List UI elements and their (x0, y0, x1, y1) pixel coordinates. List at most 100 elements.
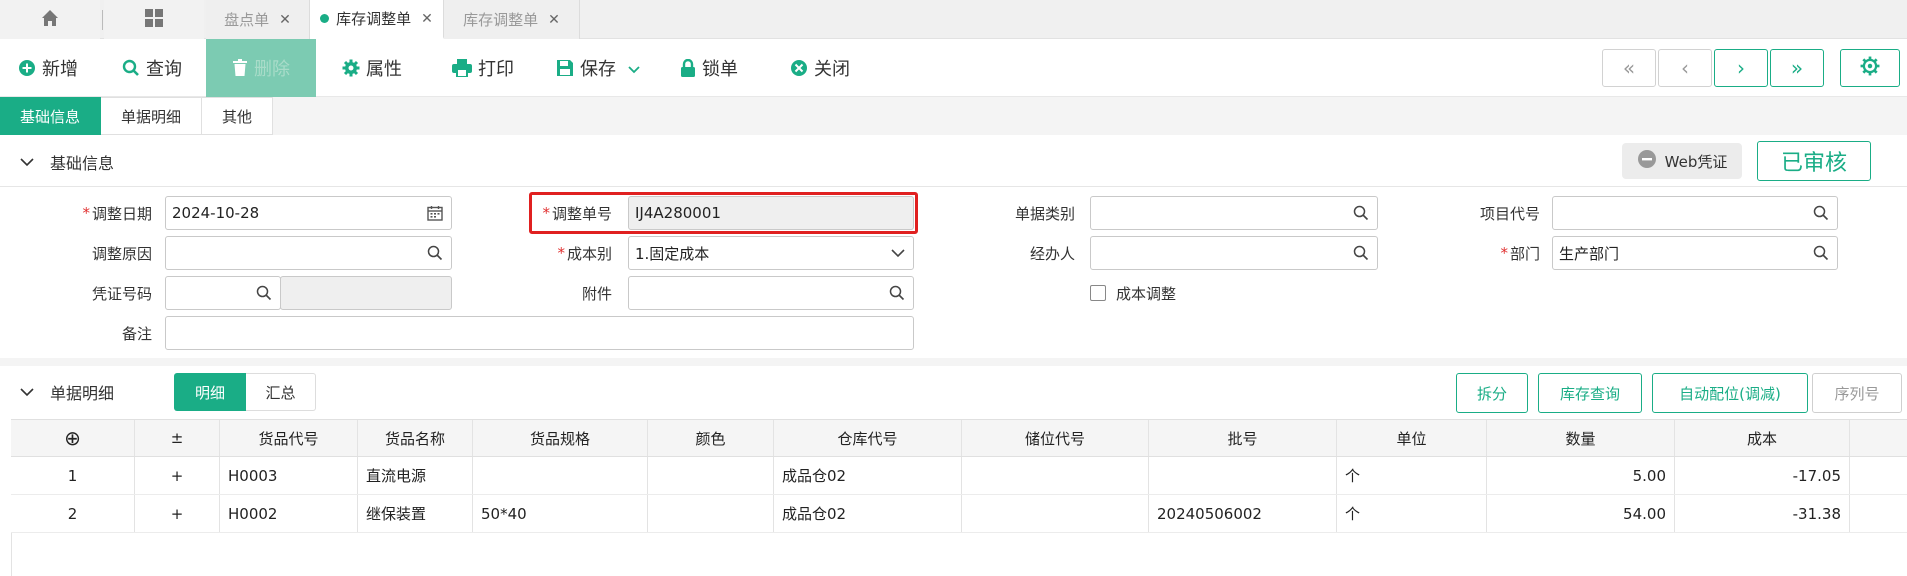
adjust-reason-field[interactable] (165, 236, 452, 270)
search-icon (122, 59, 140, 77)
trash-icon (232, 59, 248, 77)
search-icon[interactable] (1813, 205, 1829, 221)
department-field[interactable]: 生产部门 (1552, 236, 1838, 270)
search-icon[interactable] (427, 245, 443, 261)
properties-button[interactable]: 属性 (342, 39, 402, 97)
expand-toggle[interactable]: + (135, 495, 220, 532)
search-icon[interactable] (1353, 205, 1369, 221)
section-title: 基础信息 (50, 154, 115, 173)
attachment-label: 附件 (581, 284, 612, 303)
department-label: * 部门 (1500, 244, 1540, 263)
tab-basic-info[interactable]: 基础信息 (0, 97, 102, 135)
auto-allocate-button[interactable]: 自动配位(调减) (1652, 373, 1808, 413)
tab-stock-adjust-active[interactable]: 库存调整单 ✕ (310, 0, 444, 39)
plus-circle-icon: ⊕ (64, 426, 81, 450)
home-tab[interactable] (0, 0, 100, 39)
last-record-button[interactable]: » (1770, 49, 1824, 87)
save-button[interactable]: 保存 (556, 39, 640, 97)
highlight-box (529, 192, 918, 234)
minus-circle-icon (1637, 149, 1657, 173)
floppy-icon (556, 59, 574, 77)
tab-stocktake[interactable]: 盘点单 ✕ (206, 0, 310, 39)
web-voucher-button[interactable]: Web凭证 (1622, 143, 1742, 179)
close-circle-icon (790, 59, 808, 77)
grid-icon (144, 8, 164, 32)
lock-icon (680, 59, 696, 77)
split-button[interactable]: 拆分 (1456, 373, 1528, 413)
add-row-button[interactable]: ⊕ (11, 420, 135, 456)
search-icon[interactable] (1353, 245, 1369, 261)
column-header: 货品规格 (473, 420, 648, 456)
serial-number-button[interactable]: 序列号 (1812, 373, 1902, 413)
table-row[interactable]: 2 + H0002 继保装置 50*40 成品仓02 20240506002 个… (11, 495, 1907, 533)
settings-button[interactable] (1840, 49, 1900, 87)
add-button[interactable]: 新增 (18, 39, 78, 97)
lock-button[interactable]: 锁单 (680, 39, 738, 97)
section-gap (0, 358, 1907, 366)
close-icon[interactable]: ✕ (279, 12, 291, 28)
project-code-label: 项目代号 (1479, 204, 1540, 223)
voucher-no-label: 凭证号码 (91, 284, 152, 303)
divider (0, 186, 1907, 187)
close-icon[interactable]: ✕ (421, 11, 433, 27)
column-header: 货品名称 (358, 420, 473, 456)
tab-label: 库存调整单 (463, 11, 539, 29)
stock-query-button[interactable]: 库存查询 (1538, 373, 1642, 413)
search-icon[interactable] (889, 285, 905, 301)
column-header: 储位代号 (962, 420, 1149, 456)
calendar-icon[interactable] (427, 205, 443, 221)
cost-type-select[interactable]: 1.固定成本 (628, 236, 914, 270)
next-record-button[interactable]: › (1714, 49, 1768, 87)
doc-type-field[interactable] (1090, 196, 1378, 230)
remark-field[interactable] (165, 316, 914, 350)
cost-adjust-checkbox[interactable]: 成本调整 (1090, 276, 1176, 310)
print-button[interactable]: 打印 (452, 39, 514, 97)
handler-field[interactable] (1090, 236, 1378, 270)
adjust-reason-label: 调整原因 (91, 244, 152, 263)
expand-toggle[interactable]: + (135, 457, 220, 494)
tab-label: 盘点单 (224, 11, 270, 29)
double-chevron-left-icon: « (1622, 56, 1636, 80)
printer-icon (452, 59, 472, 77)
column-header: 货品代号 (220, 420, 358, 456)
adjust-date-field[interactable]: 2024-10-28 (165, 196, 452, 230)
tab-doc-detail[interactable]: 单据明细 (101, 97, 203, 135)
column-header: 单位 (1337, 420, 1487, 456)
status-badge: 已审核 (1757, 141, 1871, 181)
attachment-field[interactable] (628, 276, 914, 310)
tab-detail[interactable]: 明细 (174, 373, 246, 411)
gear-icon (1860, 56, 1880, 81)
column-header: 仓库代号 (774, 420, 962, 456)
tab-stock-adjust-2[interactable]: 库存调整单 ✕ (444, 0, 580, 39)
tab-bar: 盘点单 ✕ 库存调整单 ✕ 库存调整单 ✕ (0, 0, 1907, 39)
voucher-no-field[interactable] (165, 276, 281, 310)
basic-info-header[interactable]: 基础信息 (0, 137, 114, 187)
chevron-down-icon (891, 249, 905, 258)
tab-summary[interactable]: 汇总 (246, 373, 316, 411)
prev-record-button[interactable]: ‹ (1658, 49, 1712, 87)
table-border (11, 533, 12, 576)
tab-other[interactable]: 其他 (202, 97, 274, 135)
doc-type-label: 单据类别 (1014, 204, 1075, 223)
table-header: ⊕ ± 货品代号 货品名称 货品规格 颜色 仓库代号 储位代号 批号 单位 数量… (11, 419, 1907, 457)
chevron-down-icon (12, 157, 42, 167)
tab-label: 库存调整单 (336, 10, 412, 28)
close-icon[interactable]: ✕ (548, 12, 560, 28)
column-header: ± (135, 420, 220, 456)
home-icon (40, 8, 60, 32)
detail-header[interactable]: 单据明细 (0, 367, 114, 417)
first-record-button[interactable]: « (1602, 49, 1656, 87)
double-chevron-right-icon: » (1790, 56, 1804, 80)
table-row[interactable]: 1 + H0003 直流电源 成品仓02 个 5.00 -17.05 (11, 457, 1907, 495)
active-dot-icon (320, 14, 330, 23)
project-code-field[interactable] (1552, 196, 1838, 230)
close-button[interactable]: 关闭 (790, 39, 850, 97)
query-button[interactable]: 查询 (122, 39, 182, 97)
apps-tab[interactable] (104, 0, 204, 39)
chevron-down-icon[interactable] (628, 58, 640, 79)
chevron-down-icon (12, 387, 42, 397)
column-header: 颜色 (648, 420, 774, 456)
search-icon[interactable] (256, 285, 272, 301)
delete-button[interactable]: 删除 (206, 39, 316, 97)
search-icon[interactable] (1813, 245, 1829, 261)
